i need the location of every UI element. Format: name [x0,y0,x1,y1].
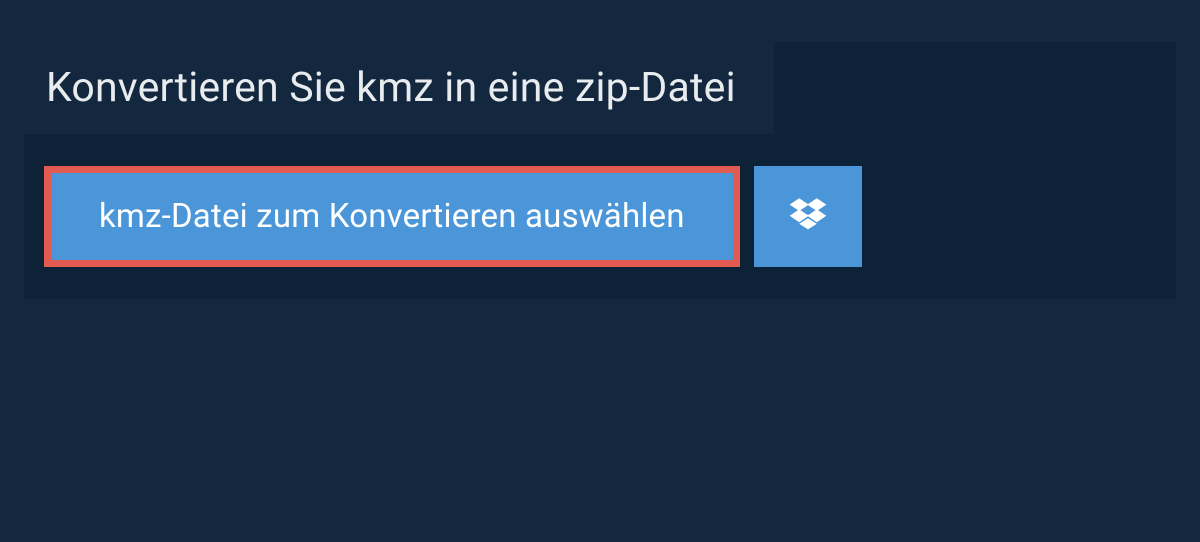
select-file-label: kmz-Datei zum Konvertieren auswählen [99,197,685,236]
title-container: Konvertieren Sie kmz in eine zip-Datei [24,42,774,134]
action-row: kmz-Datei zum Konvertieren auswählen [24,134,1176,267]
dropbox-icon [788,195,828,239]
dropbox-button[interactable] [754,166,862,267]
select-file-button[interactable]: kmz-Datei zum Konvertieren auswählen [44,166,740,267]
converter-panel: Konvertieren Sie kmz in eine zip-Datei k… [24,42,1176,299]
page-title: Konvertieren Sie kmz in eine zip-Datei [46,64,736,112]
